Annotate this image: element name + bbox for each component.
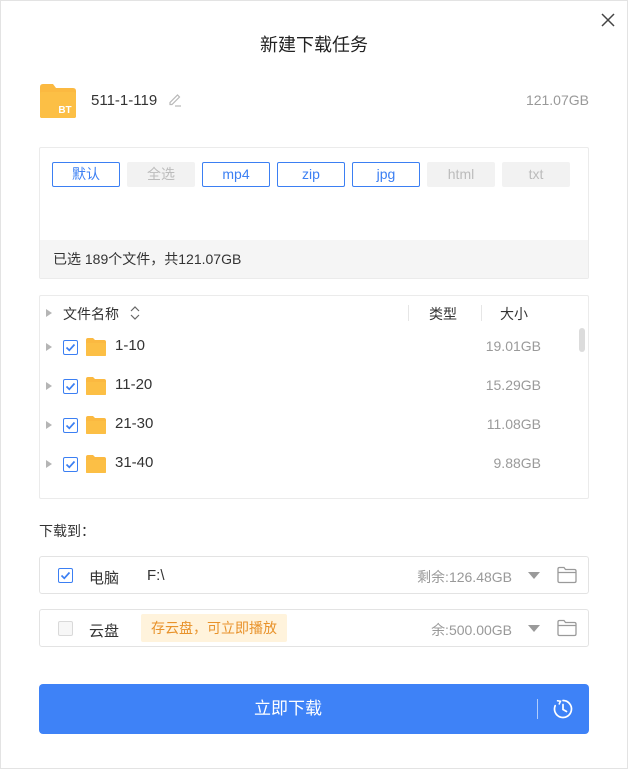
path-dropdown-icon[interactable]: [528, 572, 540, 579]
folder-icon: [86, 454, 106, 474]
torrent-size: 121.07GB: [525, 92, 589, 108]
filter-chip-jpg[interactable]: jpg: [352, 162, 420, 187]
column-header-type[interactable]: 类型: [429, 304, 457, 324]
filter-chip-zip[interactable]: zip: [277, 162, 345, 187]
expand-caret-icon[interactable]: [46, 382, 52, 390]
row-size: 15.29GB: [485, 377, 541, 393]
expand-caret-icon[interactable]: [46, 343, 52, 351]
row-name: 1-10: [115, 337, 146, 354]
list-item[interactable]: 21-30 11.08GB: [40, 405, 588, 444]
column-header-name[interactable]: 文件名称: [63, 304, 119, 324]
filter-chip-html: html: [427, 162, 495, 187]
browse-folder-icon[interactable]: [557, 566, 577, 584]
selection-summary: 已选 189个文件，共121.07GB: [40, 240, 588, 278]
cloud-label: 云盘: [89, 623, 120, 640]
scheduled-download-clock-icon[interactable]: [552, 698, 574, 720]
filter-chip-select-all: 全选: [127, 162, 195, 187]
row-size: 9.88GB: [493, 455, 541, 471]
folder-icon: [86, 376, 106, 396]
folder-icon: [86, 415, 106, 435]
filter-panel: 默认 全选 mp4 zip jpg html txt 已选 189个文件，共12…: [39, 147, 589, 279]
row-checkbox[interactable]: [63, 418, 78, 433]
browse-folder-icon[interactable]: [557, 619, 577, 637]
download-now-button[interactable]: 立即下载: [39, 684, 589, 734]
row-name: 11-20: [115, 376, 153, 393]
column-header-size[interactable]: 大小: [500, 304, 528, 324]
column-divider: [408, 305, 409, 321]
pc-free-space: 剩余:126.48GB: [417, 569, 512, 585]
filter-chip-txt: txt: [502, 162, 570, 187]
filter-chips: 默认 全选 mp4 zip jpg html txt: [52, 162, 570, 187]
target-pc[interactable]: 电脑 F:\ 剩余:126.48GB: [39, 556, 589, 594]
filter-chip-mp4[interactable]: mp4: [202, 162, 270, 187]
row-name: 31-40: [115, 454, 154, 471]
filter-chip-default[interactable]: 默认: [52, 162, 120, 187]
cloud-free-space: 余:500.00GB: [431, 622, 512, 638]
pc-label: 电脑: [89, 570, 120, 587]
close-icon[interactable]: [599, 11, 617, 29]
bt-folder-icon: BT: [39, 81, 77, 119]
row-size: 11.08GB: [486, 416, 541, 432]
sort-icon[interactable]: [129, 305, 141, 321]
list-item[interactable]: 11-20 15.29GB: [40, 366, 588, 405]
path-dropdown-icon[interactable]: [528, 625, 540, 632]
pc-checkbox[interactable]: [58, 568, 73, 583]
folder-icon: [86, 337, 106, 357]
scrollbar[interactable]: [579, 328, 585, 352]
file-list: 文件名称 类型 大小 1-10 19.01GB 11-20 15.29GB 21…: [39, 295, 589, 499]
column-divider: [481, 305, 482, 321]
list-item[interactable]: 1-10 19.01GB: [40, 327, 588, 366]
pc-path[interactable]: F:\: [147, 567, 165, 584]
row-size: 19.01GB: [485, 338, 541, 354]
row-name: 21-30: [115, 415, 154, 432]
download-to-label: 下载到：: [39, 523, 95, 539]
row-checkbox[interactable]: [63, 457, 78, 472]
cloud-promo-badge: 存云盘，可立即播放: [141, 614, 287, 642]
dialog-title: 新建下载任务: [260, 35, 368, 55]
new-download-dialog: 新建下载任务 BT 511-1-119 121.07GB 默认 全选 mp4 z…: [0, 0, 628, 769]
target-cloud[interactable]: 云盘 存云盘，可立即播放 余:500.00GB: [39, 609, 589, 647]
cloud-checkbox[interactable]: [58, 621, 73, 636]
expand-caret-icon[interactable]: [46, 460, 52, 468]
bt-badge: BT: [58, 105, 71, 116]
button-divider: [537, 699, 538, 719]
torrent-name: 511-1-119: [91, 91, 158, 109]
row-checkbox[interactable]: [63, 340, 78, 355]
download-now-label: 立即下载: [254, 699, 322, 718]
edit-icon[interactable]: [167, 92, 183, 108]
row-checkbox[interactable]: [63, 379, 78, 394]
expand-caret-icon[interactable]: [46, 421, 52, 429]
expand-all-caret-icon[interactable]: [46, 309, 52, 317]
list-item[interactable]: 31-40 9.88GB: [40, 444, 588, 483]
file-list-header: 文件名称 类型 大小: [40, 296, 588, 330]
torrent-file-row: BT 511-1-119 121.07GB: [39, 80, 589, 120]
